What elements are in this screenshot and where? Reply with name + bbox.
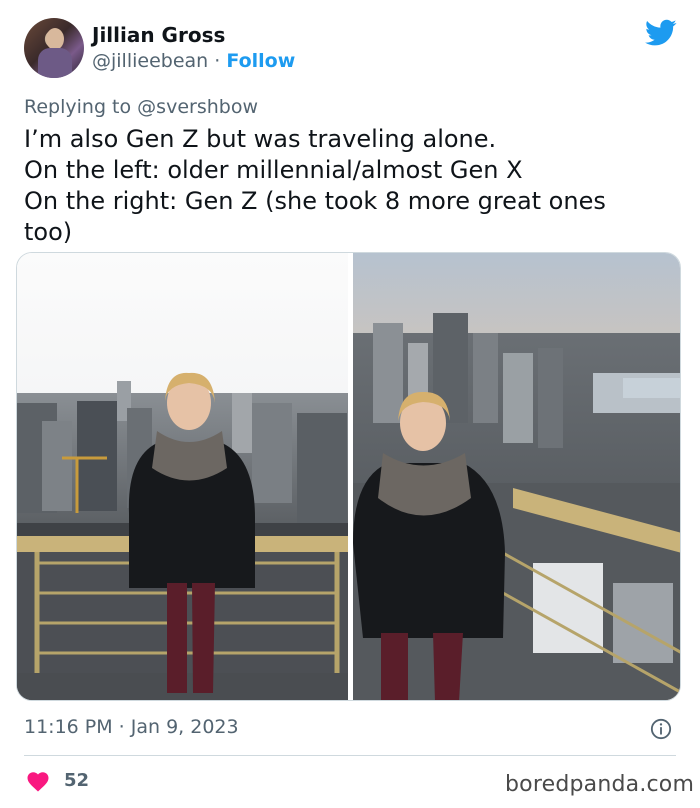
reply-mention-link[interactable]: @svershbow — [137, 96, 258, 118]
like-count: 52 — [64, 770, 90, 791]
photo-right[interactable] — [353, 253, 680, 700]
avatar[interactable] — [24, 18, 84, 78]
timestamp[interactable]: 11:16 PM · Jan 9, 2023 — [24, 716, 239, 738]
tweet-line: I’m also Gen Z but was traveling alone. — [24, 125, 497, 153]
photo-left[interactable] — [17, 253, 348, 700]
heart-icon[interactable] — [26, 770, 50, 792]
tweet-line: too) — [24, 218, 73, 246]
twitter-bird-icon[interactable] — [645, 19, 677, 47]
separator: · — [214, 50, 221, 72]
author-handle[interactable]: @jillieebean — [92, 50, 208, 72]
author-name[interactable]: Jillian Gross — [92, 23, 225, 47]
follow-button[interactable]: Follow — [226, 50, 295, 72]
media-grid — [16, 252, 681, 701]
divider — [24, 755, 676, 756]
tweet-text: I’m also Gen Z but was traveling alone. … — [24, 124, 674, 248]
info-icon[interactable] — [650, 718, 672, 740]
watermark: boredpanda.com — [505, 772, 695, 797]
tweet-line: On the right: Gen Z (she took 8 more gre… — [24, 187, 606, 215]
tweet-line: On the left: older millennial/almost Gen… — [24, 156, 523, 184]
author-handle-row: @jillieebean · Follow — [92, 50, 295, 72]
replying-to: Replying to @svershbow — [24, 96, 258, 118]
replying-prefix: Replying to — [24, 96, 132, 118]
